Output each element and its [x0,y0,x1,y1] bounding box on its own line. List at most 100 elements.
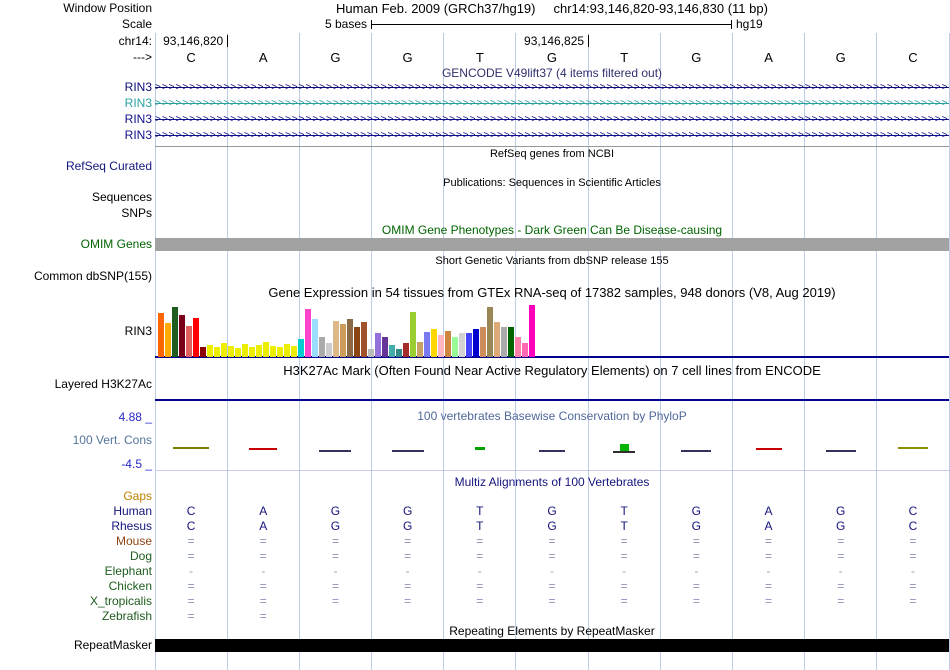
multiz-alignment-cell: = [331,549,339,563]
gtex-expression-bar[interactable] [417,342,423,357]
gtex-expression-bar[interactable] [424,332,430,357]
phylop-wiggle-mark [681,450,712,452]
repeatmasker-element-bar[interactable] [155,639,949,652]
multiz-species-label: X_tropicalis [89,594,152,608]
gtex-expression-bar[interactable] [284,344,290,357]
gencode-transcript-row[interactable]: >>>>>>>>>>>>>>>>>>>>>>>>>>>>>>>>>>>>>>>>… [155,81,949,94]
scale-bar-line [372,24,731,25]
gtex-expression-bar[interactable] [445,331,451,357]
gtex-expression-bar[interactable] [494,322,500,357]
gtex-track-title[interactable]: Gene Expression in 54 tissues from GTEx … [155,286,949,299]
gtex-expression-bar[interactable] [389,345,395,357]
multiz-alignment-cell: T [620,504,628,518]
gtex-expression-bar[interactable] [340,324,346,357]
multiz-alignment-cell: - [405,564,410,578]
gtex-expression-bar[interactable] [256,345,262,357]
phylop-track-label: 100 Vert. Cons [72,433,152,447]
coordinate-label: 93,146,825 [524,34,585,48]
gtex-expression-bar[interactable] [298,339,304,357]
gtex-expression-bar[interactable] [214,347,220,357]
gtex-expression-bar[interactable] [333,321,339,357]
ruler-base-letter: G [546,50,558,65]
gtex-expression-bar[interactable] [242,344,248,357]
gtex-expression-bar[interactable] [375,333,381,357]
publications-track-title[interactable]: Publications: Sequences in Scientific Ar… [155,177,949,190]
phylop-wiggle-mark [613,451,636,453]
omim-gene-bar[interactable] [155,238,949,251]
gtex-expression-bar[interactable] [200,347,206,357]
gtex-expression-bar[interactable] [193,318,199,357]
gtex-expression-bar[interactable] [347,319,353,357]
gtex-expression-bar[interactable] [515,337,521,357]
phylop-track-title[interactable]: 100 vertebrates Basewise Conservation by… [155,410,949,423]
omim-track-title[interactable]: OMIM Gene Phenotypes - Dark Green Can Be… [155,224,949,237]
gtex-expression-bar[interactable] [459,333,465,357]
coordinate-tick [588,35,590,47]
gtex-expression-bar[interactable] [522,343,528,357]
gtex-expression-bar[interactable] [361,322,367,357]
gtex-expression-bar[interactable] [277,347,283,357]
gtex-expression-bar[interactable] [452,337,458,357]
gtex-expression-bar[interactable] [438,335,444,357]
track-separator-line [155,146,949,147]
h3k27ac-track-title[interactable]: H3K27Ac Mark (Often Found Near Active Re… [155,364,949,377]
gtex-expression-bar[interactable] [410,312,416,357]
gtex-expression-bar[interactable] [312,319,318,357]
gencode-transcript-row[interactable]: >>>>>>>>>>>>>>>>>>>>>>>>>>>>>>>>>>>>>>>>… [155,97,949,110]
gtex-expression-bar[interactable] [305,309,311,357]
gtex-expression-bar[interactable] [382,337,388,357]
gtex-expression-bar[interactable] [466,333,472,357]
gtex-expression-bar[interactable] [326,343,332,357]
gtex-expression-bar[interactable] [158,313,164,357]
gtex-expression-bar[interactable] [228,346,234,357]
multiz-alignment-cell: = [837,534,845,548]
gtex-expression-bar[interactable] [403,343,409,357]
gtex-expression-bar[interactable] [319,337,325,357]
gtex-expression-bar[interactable] [235,348,241,357]
gtex-expression-bar[interactable] [396,349,402,357]
gtex-expression-bar[interactable] [186,326,192,357]
gtex-expression-bar[interactable] [354,327,360,357]
ruler-base-letter: G [691,50,702,65]
multiz-alignment-cell: = [331,579,339,593]
gtex-expression-bar[interactable] [270,346,276,357]
gtex-expression-bar[interactable] [221,343,227,357]
ruler-base-letter: A [258,50,268,65]
ruler-base-letter: G [330,50,341,65]
gtex-expression-bar[interactable] [529,305,535,357]
gtex-expression-bar[interactable] [263,342,269,357]
gtex-expression-bar[interactable] [487,307,493,357]
gtex-expression-bar[interactable] [291,346,297,357]
multiz-track-title[interactable]: Multiz Alignments of 100 Vertebrates [155,476,949,489]
gencode-transcript-row[interactable]: >>>>>>>>>>>>>>>>>>>>>>>>>>>>>>>>>>>>>>>>… [155,113,949,126]
ruler-base-letter: C [908,50,918,65]
gencode-gene-label: RIN3 [124,112,152,126]
gtex-expression-bar[interactable] [179,315,185,357]
gtex-expression-bar[interactable] [508,327,514,357]
gtex-expression-bar[interactable] [172,307,178,357]
gencode-gene-label: RIN3 [124,96,152,110]
gtex-expression-bar[interactable] [165,323,171,357]
transcript-direction-arrows: >>>>>>>>>>>>>>>>>>>>>>>>>>>>>>>>>>>>>>>>… [155,82,949,93]
multiz-alignment-cell: = [187,549,195,563]
gtex-gene-label: RIN3 [124,324,152,338]
gtex-expression-bar[interactable] [473,329,479,357]
multiz-alignment-cell: G [836,504,846,518]
gtex-expression-bar[interactable] [249,347,255,357]
gencode-track-title[interactable]: GENCODE V49lift37 (4 items filtered out) [155,67,949,80]
multiz-alignment-cell: C [186,504,196,518]
gtex-expression-bar[interactable] [480,327,486,357]
multiz-species-label: Gaps [123,489,152,503]
repeatmasker-track-title[interactable]: Repeating Elements by RepeatMasker [155,625,949,638]
phylop-wiggle-mark [319,450,352,452]
gtex-expression-bar[interactable] [501,327,507,357]
dbsnp-track-title[interactable]: Short Genetic Variants from dbSNP releas… [155,255,949,268]
gtex-expression-bar[interactable] [368,349,374,357]
gtex-expression-bar[interactable] [431,329,437,357]
multiz-alignment-cell: = [476,549,484,563]
gtex-expression-bar[interactable] [207,345,213,357]
ruler-base-letter: G [402,50,413,65]
coordinate-tick [227,35,229,47]
gencode-transcript-row[interactable]: >>>>>>>>>>>>>>>>>>>>>>>>>>>>>>>>>>>>>>>>… [155,129,949,142]
refseq-track-title[interactable]: RefSeq genes from NCBI [155,148,949,161]
